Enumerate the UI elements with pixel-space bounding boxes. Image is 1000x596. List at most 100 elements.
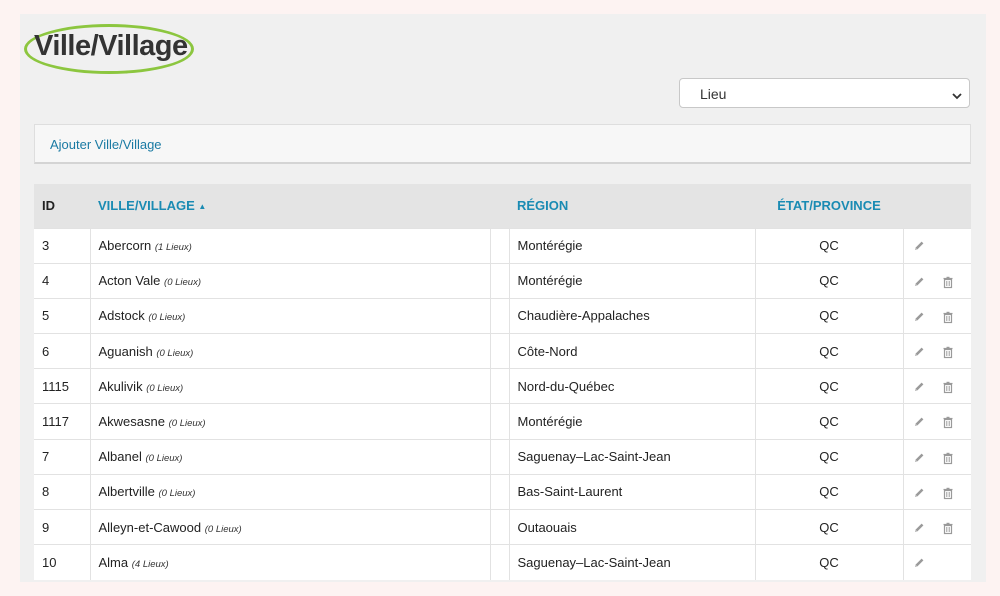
etat-code: QC xyxy=(819,555,839,571)
sort-ascending-icon: ▲ xyxy=(198,202,207,212)
trash-icon[interactable] xyxy=(941,451,959,465)
lieux-count: (0 Lieux) xyxy=(148,312,186,324)
column-header-etat[interactable]: ÉTAT/PROVINCE xyxy=(755,184,903,228)
pencil-icon[interactable] xyxy=(912,415,930,429)
cell-id: 7 xyxy=(34,438,91,475)
ville-name: Adstock xyxy=(98,308,145,324)
cell-spacer xyxy=(490,262,510,299)
region-name: Saguenay–Lac-Saint-Jean xyxy=(517,555,671,571)
ville-name: Alma xyxy=(98,555,129,571)
cell-etat: QC xyxy=(755,403,904,440)
region-name: Côte-Nord xyxy=(517,343,578,359)
cell-region: Nord-du-Québec xyxy=(509,368,756,404)
title-highlight: Ville/Village xyxy=(24,24,194,74)
lieux-count: (0 Lieux) xyxy=(158,488,196,500)
row-id: 9 xyxy=(42,519,50,535)
table-row: 3 Abercorn (1 Lieux) Montérégie QC xyxy=(34,227,971,264)
trash-icon[interactable] xyxy=(941,521,959,535)
ville-name: Albanel xyxy=(98,449,142,465)
lieux-count: (4 Lieux) xyxy=(131,559,169,571)
column-header-ville[interactable]: VILLE/VILLAGE ▲ xyxy=(90,184,490,228)
pencil-icon[interactable] xyxy=(912,239,930,253)
table-row: 5 Adstock (0 Lieux) Chaudière-Appalaches QC xyxy=(34,297,971,334)
row-id: 1117 xyxy=(42,414,69,430)
add-bar: Ajouter Ville/Village xyxy=(34,124,971,164)
cell-spacer xyxy=(490,508,510,545)
pencil-icon[interactable] xyxy=(912,310,930,324)
table-row: 4 Acton Vale (0 Lieux) Montérégie QC xyxy=(34,262,971,299)
add-ville-link[interactable]: Ajouter Ville/Village xyxy=(50,137,162,152)
etat-code: QC xyxy=(819,273,839,289)
row-id: 7 xyxy=(42,449,50,465)
cell-spacer xyxy=(490,333,510,369)
column-header-ville-label: VILLE/VILLAGE xyxy=(98,198,195,214)
cell-etat: QC xyxy=(755,544,904,580)
region-name: Nord-du-Québec xyxy=(517,378,615,394)
region-name: Montérégie xyxy=(517,238,583,254)
column-header-etat-label: ÉTAT/PROVINCE xyxy=(777,198,881,214)
cell-actions xyxy=(903,403,971,440)
cell-region: Bas-Saint-Laurent xyxy=(509,473,756,510)
cell-id: 8 xyxy=(34,473,91,510)
pencil-icon[interactable] xyxy=(912,380,930,394)
cell-spacer xyxy=(490,473,510,510)
page-title: Ville/Village xyxy=(34,30,188,62)
etat-code: QC xyxy=(819,449,839,465)
cell-ville: Akulivik (0 Lieux) xyxy=(90,368,491,404)
cell-etat: QC xyxy=(755,508,904,545)
column-header-spacer xyxy=(490,184,509,228)
row-id: 10 xyxy=(42,555,57,571)
trash-icon[interactable] xyxy=(941,310,959,324)
cell-id: 1115 xyxy=(34,368,91,404)
lieux-count: (0 Lieux) xyxy=(204,523,242,535)
cell-id: 10 xyxy=(34,544,91,580)
content-panel: Ville/Village Lieu Ajouter Ville/Village… xyxy=(20,14,986,582)
ville-name: Aguanish xyxy=(98,343,153,359)
ville-name: Abercorn xyxy=(98,238,152,254)
row-id: 5 xyxy=(42,308,50,324)
filter-select[interactable]: Lieu xyxy=(679,78,970,108)
table-header-row: ID VILLE/VILLAGE ▲ RÉGION ÉTAT/PROVINCE xyxy=(34,184,971,228)
trash-icon[interactable] xyxy=(941,415,959,429)
etat-code: QC xyxy=(819,343,839,359)
cell-ville: Aguanish (0 Lieux) xyxy=(90,333,491,369)
cell-ville: Acton Vale (0 Lieux) xyxy=(90,262,491,299)
cell-id: 9 xyxy=(34,508,91,545)
pencil-icon[interactable] xyxy=(912,486,930,500)
table-row: 1117 Akwesasne (0 Lieux) Montérégie QC xyxy=(34,403,971,440)
chevron-down-icon xyxy=(951,88,963,106)
cell-region: Côte-Nord xyxy=(509,333,756,369)
cell-spacer xyxy=(490,368,510,404)
pencil-icon[interactable] xyxy=(912,556,930,570)
lieux-count: (0 Lieux) xyxy=(168,418,206,430)
villes-table: ID VILLE/VILLAGE ▲ RÉGION ÉTAT/PROVINCE … xyxy=(34,184,971,580)
ville-name: Akulivik xyxy=(98,378,143,394)
region-name: Montérégie xyxy=(517,273,583,289)
trash-icon[interactable] xyxy=(941,486,959,500)
lieux-count: (1 Lieux) xyxy=(154,242,192,254)
trash-icon[interactable] xyxy=(941,380,959,394)
cell-actions xyxy=(903,544,971,580)
region-name: Montérégie xyxy=(517,414,583,430)
pencil-icon[interactable] xyxy=(912,521,930,535)
etat-code: QC xyxy=(819,308,839,324)
cell-actions xyxy=(903,473,971,510)
pencil-icon[interactable] xyxy=(912,451,930,465)
cell-id: 6 xyxy=(34,333,91,369)
column-header-region[interactable]: RÉGION xyxy=(509,184,755,228)
table-row: 7 Albanel (0 Lieux) Saguenay–Lac-Saint-Jea… xyxy=(34,438,971,475)
cell-actions xyxy=(903,368,971,404)
cell-id: 1117 xyxy=(34,403,91,440)
cell-etat: QC xyxy=(755,333,904,369)
cell-ville: Albertville (0 Lieux) xyxy=(90,473,491,510)
pencil-icon[interactable] xyxy=(912,345,930,359)
pencil-icon[interactable] xyxy=(912,275,930,289)
trash-icon[interactable] xyxy=(941,345,959,359)
trash-icon[interactable] xyxy=(941,275,959,289)
etat-code: QC xyxy=(819,484,839,500)
cell-ville: Alma (4 Lieux) xyxy=(90,544,491,580)
cell-actions xyxy=(903,333,971,369)
cell-actions xyxy=(903,508,971,545)
ville-name: Albertville xyxy=(98,484,155,500)
ville-name: Acton Vale xyxy=(98,273,161,289)
